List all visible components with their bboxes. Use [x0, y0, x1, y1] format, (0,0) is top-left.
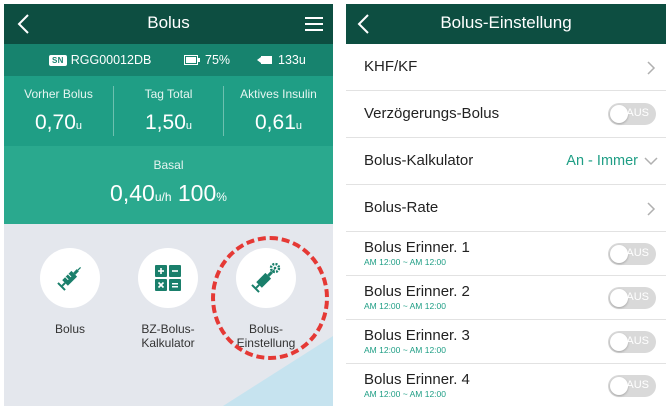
basal-value-line: 0,40u/h 100%: [4, 180, 333, 207]
toggle-state: AUS: [626, 335, 649, 347]
pump-status-bar: SN RGG00012DB 75% 133u: [4, 44, 333, 76]
bolus-button[interactable]: Bolus: [24, 248, 116, 336]
reminder-time: AM 12:00 ~ AM 12:00: [364, 257, 446, 267]
bolus-screen: Bolus SN RGG00012DB 75% 133u Vorher Bolu…: [4, 4, 333, 406]
row-label: Bolus Erinner. 1: [364, 239, 470, 256]
stat-value: 1,50: [145, 111, 186, 134]
bg-bolus-calculator-button[interactable]: BZ-Bolus- Kalkulator: [122, 248, 214, 350]
action-label: Bolus: [54, 322, 86, 336]
row-label: KHF/KF: [364, 58, 418, 75]
action-label: Bolus-: [248, 322, 283, 336]
action-label: BZ-Bolus-: [141, 322, 195, 336]
toggle-state: AUS: [626, 247, 649, 259]
battery-icon: [184, 55, 200, 65]
bolus-reminder-1-row[interactable]: Bolus Erinner. 1 AM 12:00 ~ AM 12:00 AUS: [346, 232, 666, 276]
stat-unit: u: [295, 120, 302, 132]
reminder-time: AM 12:00 ~ AM 12:00: [364, 301, 446, 311]
stat-label: Tag Total: [144, 87, 193, 101]
stat-label: Aktives Insulin: [240, 87, 317, 101]
insulin-remaining: 133u: [278, 53, 306, 67]
basal-value: 0,40: [110, 180, 155, 206]
page-title: Bolus-Einstellung: [440, 13, 572, 32]
stat-value: 0,70: [35, 111, 76, 134]
basal-percent-unit: %: [216, 190, 227, 204]
bolus-reminder-2-row[interactable]: Bolus Erinner. 2 AM 12:00 ~ AM 12:00 AUS: [346, 276, 666, 320]
previous-bolus-stat: Vorher Bolus 0,70u: [4, 76, 113, 146]
bolus-reminder-3-row[interactable]: Bolus Erinner. 3 AM 12:00 ~ AM 12:00 AUS: [346, 320, 666, 364]
reminder-1-toggle[interactable]: AUS: [608, 243, 656, 265]
extended-bolus-row: Verzögerungs-Bolus AUS: [346, 91, 666, 138]
syringe-gear-icon: [251, 262, 281, 293]
toggle-state: AUS: [626, 379, 649, 391]
battery-level: 75%: [205, 53, 231, 67]
row-label: Bolus-Kalkulator: [364, 152, 474, 169]
active-insulin-stat: Aktives Insulin 0,61u: [224, 76, 333, 146]
hamburger-menu-icon[interactable]: [303, 14, 325, 34]
daily-total-stat: Tag Total 1,50u: [114, 76, 223, 146]
stat-unit: u: [75, 120, 82, 132]
toggle-state: AUS: [626, 291, 649, 303]
bolus-settings-button[interactable]: Bolus- Einstellung: [220, 248, 312, 350]
row-label: Bolus-Rate: [364, 199, 439, 216]
row-label: Verzögerungs-Bolus: [364, 105, 500, 122]
bolus-action-area: Bolus BZ-Bolus- Kalkulator Bolus- Einste…: [4, 224, 333, 406]
serial-number-value: RGG00012DB: [70, 53, 152, 67]
chevron-right-icon: [647, 61, 656, 75]
basal-unit: u/h: [154, 190, 172, 204]
chevron-right-icon: [647, 202, 656, 216]
bolus-calculator-row[interactable]: Bolus-Kalkulator An - Immer: [346, 138, 666, 185]
reminder-4-toggle[interactable]: AUS: [608, 375, 656, 397]
stat-unit: u: [185, 120, 192, 132]
reminder-3-toggle[interactable]: AUS: [608, 331, 656, 353]
insulin-reservoir: 133u: [257, 53, 306, 67]
basal-rate-panel: Basal 0,40u/h 100%: [4, 146, 333, 224]
calculator-icon: [155, 265, 181, 291]
row-label: Bolus Erinner. 2: [364, 283, 470, 300]
row-label: Bolus Erinner. 3: [364, 327, 470, 344]
stat-label: Vorher Bolus: [24, 87, 93, 101]
battery-status: 75%: [184, 53, 230, 67]
khf-kf-row[interactable]: KHF/KF: [346, 44, 666, 91]
reminder-time: AM 12:00 ~ AM 12:00: [364, 345, 446, 355]
bolus-settings-screen: Bolus-Einstellung KHF/KF Verzögerungs-Bo…: [346, 4, 666, 410]
serial-number: SN RGG00012DB: [49, 53, 151, 67]
bolus-rate-row[interactable]: Bolus-Rate: [346, 185, 666, 232]
bolus-calculator-value: An - Immer: [566, 153, 638, 169]
reminder-time: AM 12:00 ~ AM 12:00: [364, 389, 446, 399]
basal-percent: 100: [177, 180, 217, 206]
page-title: Bolus: [147, 13, 190, 32]
row-label: Bolus Erinner. 4: [364, 371, 470, 388]
sn-badge: SN: [49, 54, 67, 66]
extended-bolus-toggle[interactable]: AUS: [608, 103, 656, 125]
bolus-reminder-4-row[interactable]: Bolus Erinner. 4 AM 12:00 ~ AM 12:00 AUS: [346, 364, 666, 410]
app-header: Bolus-Einstellung: [346, 4, 666, 44]
reservoir-icon: [257, 56, 272, 64]
stat-value: 0,61: [255, 111, 296, 134]
reminder-2-toggle[interactable]: AUS: [608, 287, 656, 309]
chevron-down-icon: [644, 157, 658, 166]
basal-label: Basal: [153, 158, 184, 172]
bolus-stats: Vorher Bolus 0,70u Tag Total 1,50u Aktiv…: [4, 76, 333, 146]
syringe-icon: [57, 266, 82, 291]
toggle-state: AUS: [626, 107, 649, 119]
app-header: Bolus: [4, 4, 333, 44]
